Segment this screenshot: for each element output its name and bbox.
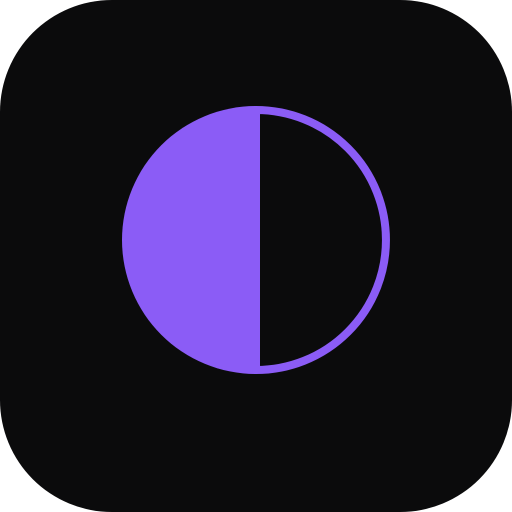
contrast-outline-half bbox=[252, 106, 390, 374]
contrast-filled-half bbox=[122, 106, 256, 374]
app-icon[interactable] bbox=[0, 0, 512, 512]
half-circle-contrast-icon bbox=[122, 106, 390, 374]
